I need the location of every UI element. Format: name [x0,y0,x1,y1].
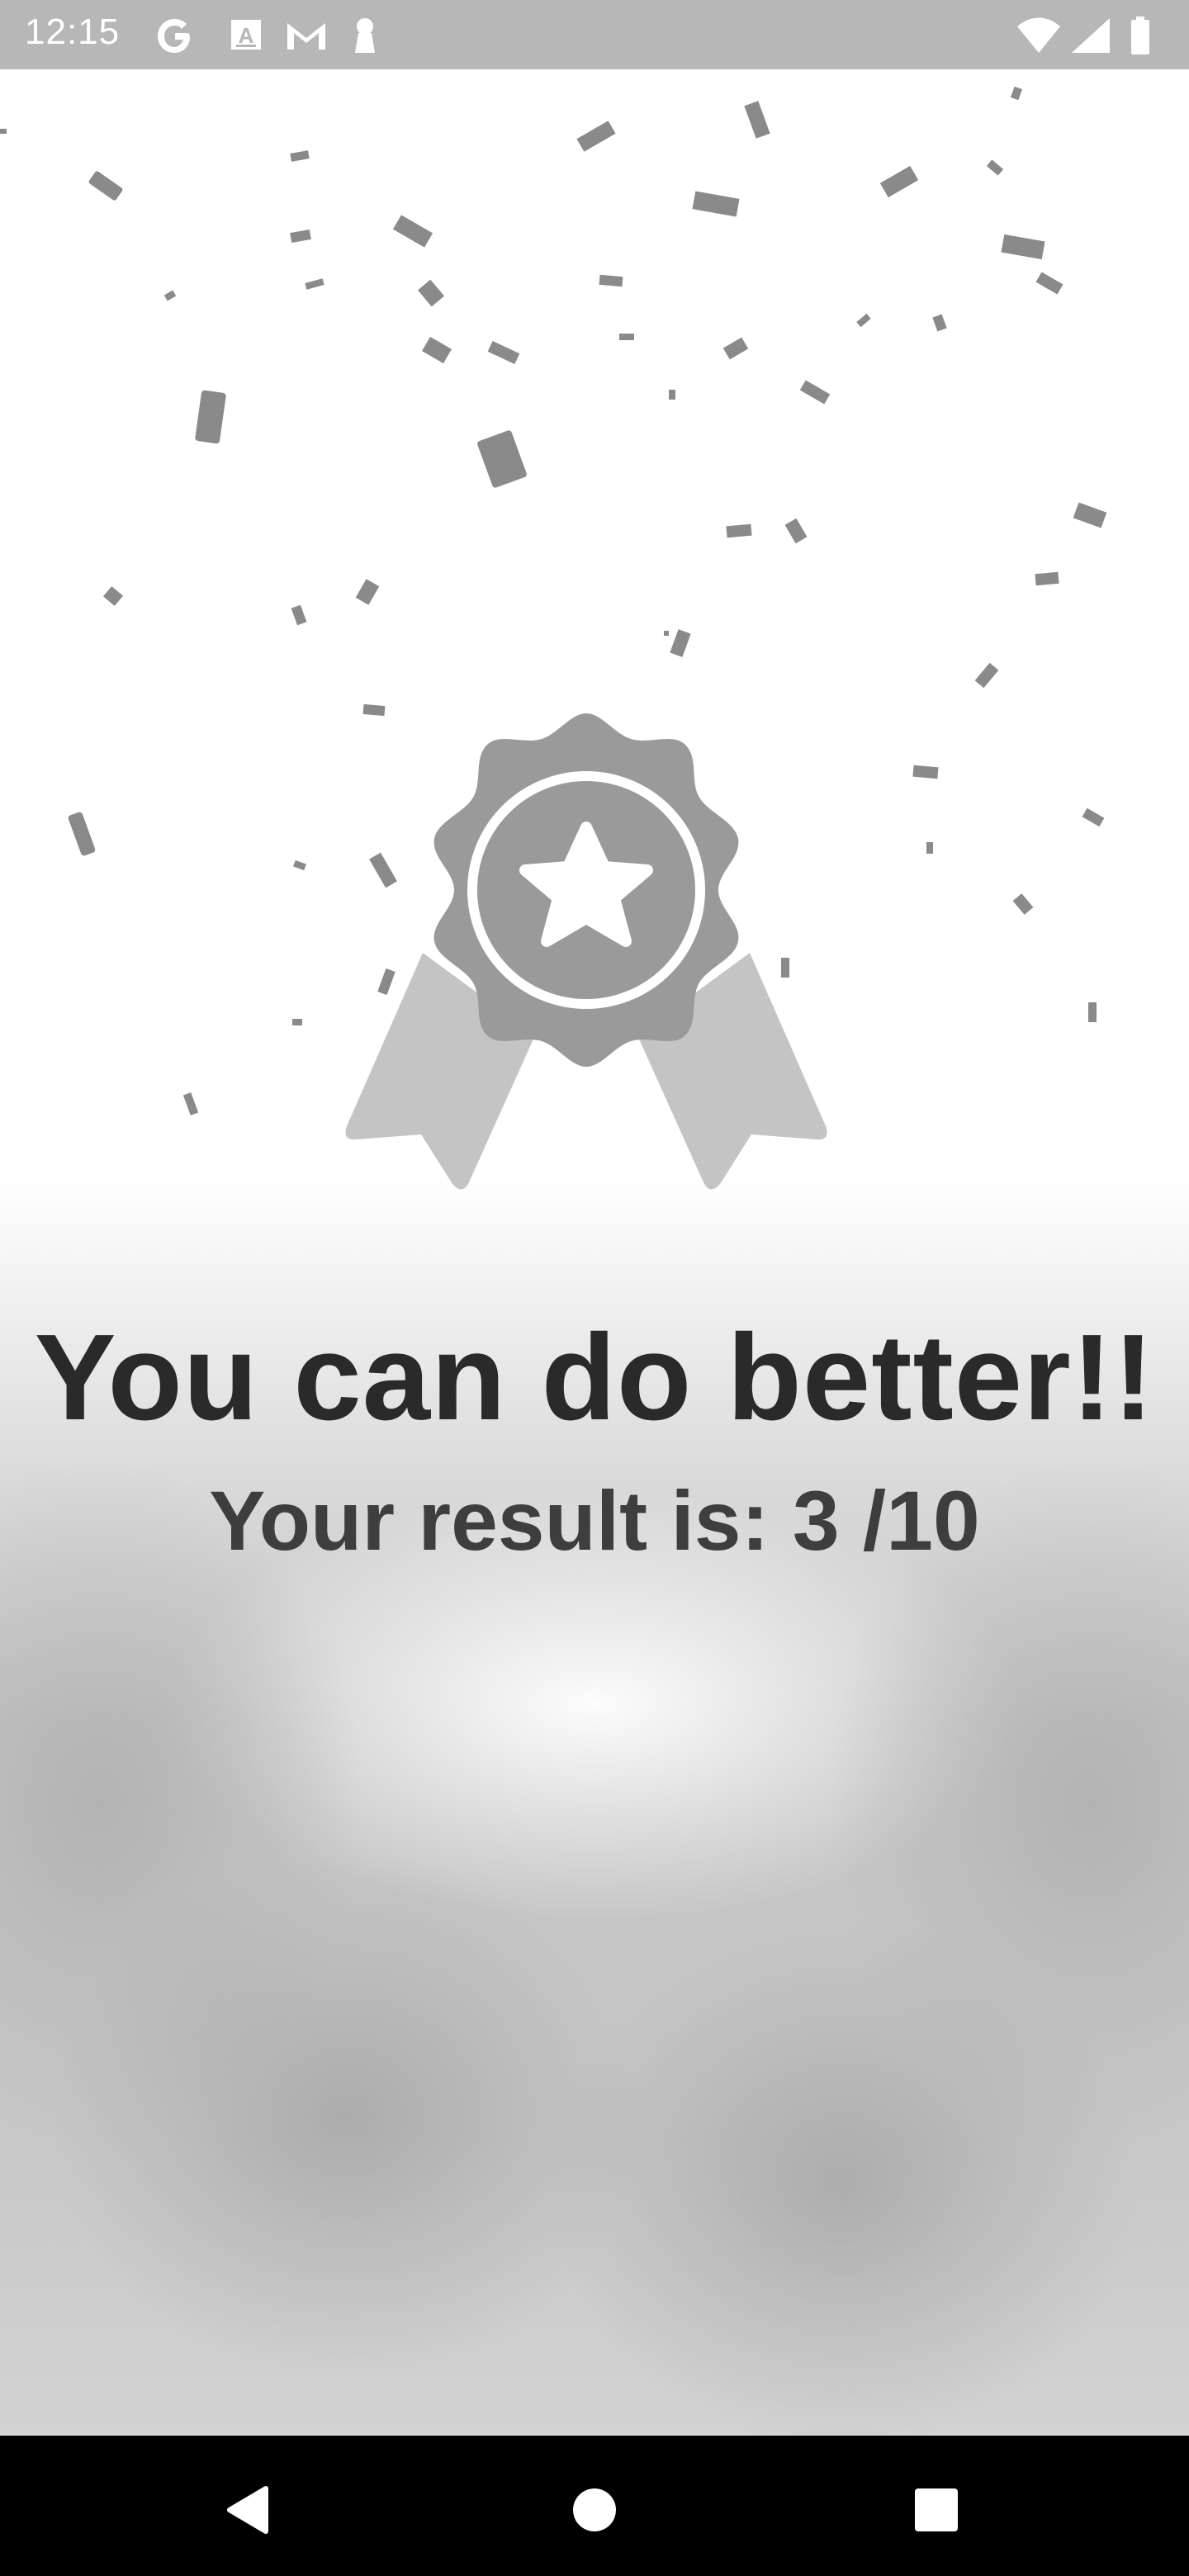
gmail-icon [287,23,325,50]
recents-icon[interactable] [903,2477,969,2543]
result-screen: You can do better!! Your result is: 3 /1… [0,69,1189,2436]
keyhole-icon [355,18,375,53]
result-headline: You can do better!! [34,1309,1155,1446]
cellular-signal-icon [1072,18,1110,53]
back-icon[interactable] [215,2477,281,2543]
result-score-text: Your result is: 3 /10 [209,1474,980,1568]
google-icon [158,19,190,53]
accessibility-font-icon: A [231,20,261,50]
wifi-icon [1017,17,1060,53]
battery-icon [1131,17,1149,54]
status-bar: 12:15 A [0,0,1189,69]
navigation-bar [0,2436,1189,2576]
system-icons [1016,15,1164,56]
home-icon[interactable] [561,2477,628,2543]
status-time: 12:15 [25,12,121,52]
svg-text:A: A [239,23,254,48]
award-ribbon-star-icon [345,713,827,1190]
